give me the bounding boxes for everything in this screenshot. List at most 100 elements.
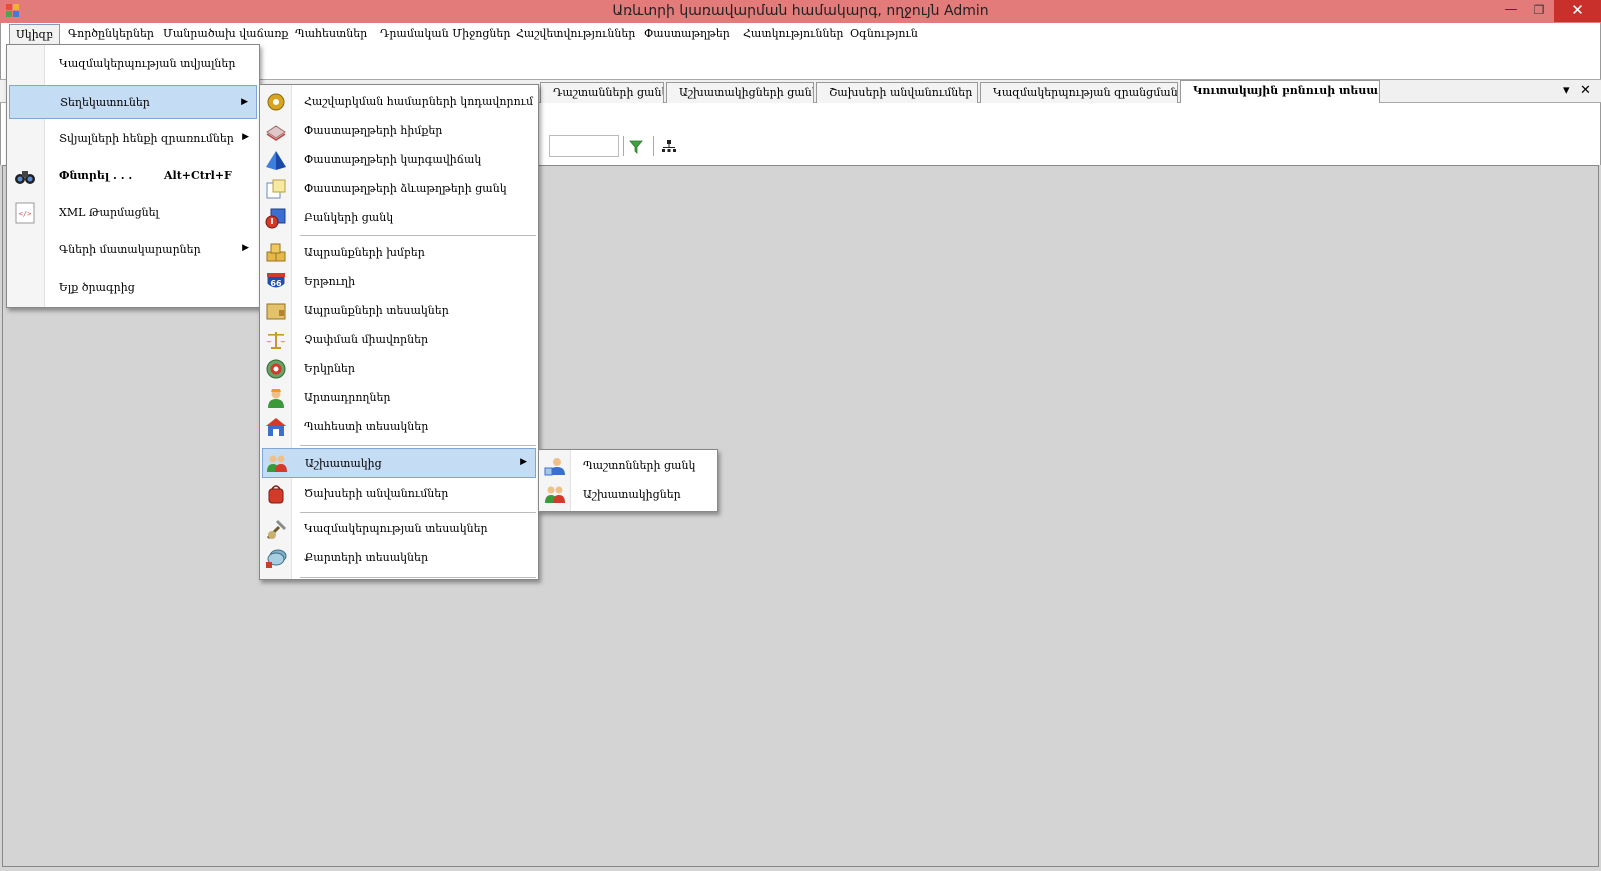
- tab-close-button[interactable]: ✕: [1580, 83, 1591, 98]
- tab-list-dropdown[interactable]: ▾: [1563, 83, 1570, 98]
- menu-cash[interactable]: Դրամական Միջոցներ: [380, 27, 510, 40]
- tab-bonus-types[interactable]: Կուտակային բոնուսի տեսա...: [1180, 80, 1380, 104]
- menu-item-units[interactable]: Չափման միավորներ: [262, 325, 536, 355]
- route-number: 66: [270, 279, 282, 288]
- hierarchy-icon[interactable]: [661, 140, 677, 154]
- menu-item-label: Ծախսերի անվանումներ: [304, 487, 449, 500]
- menu-item-card-types[interactable]: Քարտերի տեսակներ: [262, 543, 536, 573]
- route-icon: 66: [266, 273, 286, 289]
- menu-warehouses[interactable]: Պահեստներ: [295, 27, 367, 40]
- menu-item-positions-list[interactable]: Պաշտոնների ցանկ: [541, 451, 715, 481]
- menu-item-label: Տեղեկատուներ: [60, 96, 150, 109]
- menu-item-doc-forms[interactable]: Փաստաթղթերի ձևաթղթերի ցանկ: [262, 174, 536, 204]
- filter-icon[interactable]: [629, 140, 643, 154]
- menu-item-label: Պաշտոնների ցանկ: [583, 459, 696, 472]
- target-icon: [266, 359, 286, 379]
- menu-item-doc-bases[interactable]: Փաստաթղթերի հիմքեր: [262, 116, 536, 146]
- tab-positions[interactable]: Դաշտանների ցանկ: [540, 82, 664, 103]
- menu-separator: [300, 512, 536, 513]
- submenu-arrow-icon: ▶: [242, 243, 249, 253]
- menu-item-label: Քարտերի տեսակներ: [304, 551, 429, 564]
- worker-icon: [268, 389, 284, 408]
- menu-item-product-groups[interactable]: Ապրանքների խմբեր: [262, 238, 536, 268]
- maximize-button[interactable]: ❐: [1524, 0, 1554, 22]
- submenu-arrow-icon: ▶: [520, 457, 527, 467]
- toolbar-separator: [623, 136, 624, 156]
- filter-input[interactable]: [549, 135, 619, 157]
- warehouse-icon: [266, 418, 286, 436]
- menu-retail[interactable]: Մանրածախ վաճառք: [163, 27, 288, 40]
- boxes-icon: [266, 243, 286, 262]
- menu-item-label: Ապրանքների խմբեր: [304, 246, 425, 259]
- menu-item-price-suppliers[interactable]: Գների մատակարարներ ▶: [9, 235, 257, 265]
- tab-org-registration[interactable]: Կազմակերպության զրանցման ...: [980, 82, 1178, 103]
- menu-item-label: Կազմակերպության տվյալներ: [59, 57, 236, 70]
- menu-item-banks[interactable]: Բանկերի ցանկ: [262, 203, 536, 233]
- pyramid-icon: [266, 151, 286, 170]
- cards-icon: [266, 549, 287, 568]
- menu-item-label: Փաստաթղթերի հիմքեր: [304, 124, 443, 137]
- menu-item-label: Գների մատակարարներ: [59, 243, 201, 256]
- menu-documents[interactable]: Փաստաթղթեր: [644, 27, 730, 40]
- binoculars-icon: [15, 171, 35, 184]
- menu-item-db-records[interactable]: Տվյալների հենքի զրառումներ ▶: [9, 124, 257, 154]
- menu-item-xml-update[interactable]: </> XML Թարմացնել: [9, 198, 257, 228]
- menu-item-exit[interactable]: Ելք ծրագրից: [9, 273, 257, 303]
- menu-separator: [300, 577, 536, 578]
- menu-item-label: Աշխատակիցներ: [583, 488, 681, 501]
- close-button[interactable]: ✕: [1554, 0, 1601, 22]
- person-icon: [544, 458, 565, 476]
- gear-icon: [267, 93, 285, 111]
- title-bar: Առևտրի կառավարման համակարգ, ողջույն Admi…: [0, 0, 1601, 23]
- menu-item-producers[interactable]: Արտադրողներ: [262, 383, 536, 413]
- people-icon: [545, 486, 565, 503]
- menu-item-label: Բանկերի ցանկ: [304, 211, 394, 224]
- menu-item-numbering[interactable]: Հաշվարկման համարների կոդավորում: [262, 87, 536, 117]
- scales-icon: [266, 332, 286, 349]
- window-title: Առևտրի կառավարման համակարգ, ողջույն Admi…: [612, 3, 989, 19]
- menu-reports[interactable]: Հաշվետվություններ: [516, 27, 635, 40]
- menu-item-search[interactable]: Փնտրել . . . Alt+Ctrl+F: [9, 161, 257, 191]
- start-menu: Կազմակերպության տվյալներ Տեղեկատուներ ▶ …: [6, 44, 260, 308]
- menu-item-doc-status[interactable]: Փաստաթղթերի կարգավիճակ: [262, 145, 536, 175]
- menu-item-label: Երկրներ: [304, 362, 355, 375]
- menu-item-org-types[interactable]: Կազմակերպության տեսակներ: [262, 514, 536, 544]
- menu-item-countries[interactable]: Երկրներ: [262, 354, 536, 384]
- menu-item-label: Փաստաթղթերի կարգավիճակ: [304, 153, 482, 166]
- menu-item-warehouse-types[interactable]: Պահեստի տեսակներ: [262, 412, 536, 442]
- menu-item-label: Երթուղի: [304, 275, 356, 288]
- menu-item-route[interactable]: 66 Երթուղի: [262, 267, 536, 297]
- menu-item-expense-names[interactable]: Ծախսերի անվանումներ: [262, 479, 536, 509]
- employee-menu: Պաշտոնների ցանկ Աշխատակիցներ: [538, 449, 718, 512]
- menu-item-label: Կազմակերպության տեսակներ: [304, 522, 488, 535]
- shortcut-label: Alt+Ctrl+F: [164, 169, 232, 182]
- menu-item-employees[interactable]: Աշխատակիցներ: [541, 480, 715, 510]
- forms-icon: [266, 179, 286, 199]
- menu-item-references[interactable]: Տեղեկատուներ ▶: [9, 85, 257, 119]
- menu-item-label: Փնտրել . . .: [59, 169, 133, 182]
- menu-help[interactable]: Օգնություն: [850, 27, 918, 40]
- tab-employees[interactable]: Աշխատակիցների ցանկ: [666, 82, 814, 103]
- menu-item-label: Ելք ծրագրից: [59, 281, 135, 294]
- bag-icon: [268, 485, 284, 504]
- menu-properties[interactable]: Հատկություններ: [743, 27, 843, 40]
- menu-item-label: Հաշվարկման համարների կոդավորում: [304, 95, 534, 108]
- menu-separator: [300, 235, 536, 236]
- package-icon: [266, 303, 286, 320]
- svg-text:</>: </>: [19, 210, 32, 218]
- menu-item-label: Ապրանքների տեսակներ: [304, 304, 449, 317]
- menu-item-label: Արտադրողներ: [304, 391, 391, 404]
- bank-icon: [265, 208, 286, 229]
- menu-item-label: Տվյալների հենքի զրառումներ: [59, 132, 234, 145]
- tab-expense-names[interactable]: Շախսերի անվանումներ: [816, 82, 978, 103]
- submenu-arrow-icon: ▶: [242, 132, 249, 142]
- menu-item-org-data[interactable]: Կազմակերպության տվյալներ: [9, 49, 257, 79]
- minimize-button[interactable]: —: [1496, 0, 1526, 22]
- menu-item-employee[interactable]: Աշխատակից ▶: [262, 448, 536, 478]
- people-icon: [267, 455, 287, 472]
- menu-separator: [300, 445, 536, 446]
- menu-item-product-types[interactable]: Ապրանքների տեսակներ: [262, 296, 536, 326]
- menu-partners[interactable]: Գործընկերներ: [68, 27, 154, 40]
- menu-start[interactable]: Սկիզբ: [9, 24, 61, 45]
- menu-item-label: Չափման միավորներ: [304, 333, 429, 346]
